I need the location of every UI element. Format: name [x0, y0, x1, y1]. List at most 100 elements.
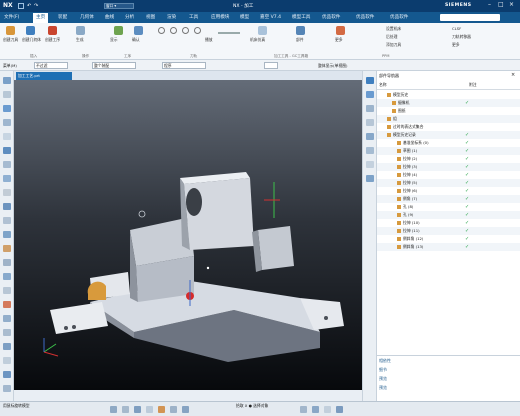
hide-icon[interactable] [3, 357, 11, 364]
wcs-icon[interactable] [336, 406, 343, 413]
toolpath-transfer-button[interactable]: 刀轨转移器 [452, 34, 471, 40]
command-search-input[interactable] [440, 14, 500, 21]
step-back-icon[interactable] [170, 27, 177, 34]
operation-navigator-icon[interactable] [366, 119, 374, 126]
setup-machine-button[interactable]: 设置机床 [386, 26, 401, 32]
menu-tools[interactable]: 工具 [189, 14, 198, 20]
arc-icon[interactable] [3, 105, 11, 112]
menu-view[interactable]: 视图 [146, 14, 155, 20]
menu-software-2[interactable]: 优品软件 [356, 14, 374, 20]
trim-icon[interactable] [3, 175, 11, 182]
scope-dropdown[interactable]: 整个装配 [92, 62, 136, 69]
menu-curve[interactable]: 曲线 [105, 14, 114, 20]
view-iso-icon[interactable] [134, 406, 141, 413]
tree-row[interactable]: 草图 (1) ✓ [377, 147, 520, 155]
extra-dropdown[interactable] [264, 62, 278, 69]
view-top-icon[interactable] [122, 406, 129, 413]
machine-navigator-icon[interactable] [366, 133, 374, 140]
machine-sim-icon[interactable] [258, 26, 267, 35]
section-preview[interactable]: 预览 [379, 376, 387, 384]
menu-software-1[interactable]: 优品软件 [322, 14, 340, 20]
more-tools-icon[interactable] [336, 26, 345, 35]
layer-icon[interactable] [3, 343, 11, 350]
select-icon[interactable] [3, 77, 11, 84]
tree-row[interactable]: 倒斜角 (12) ✓ [377, 235, 520, 243]
offset-icon[interactable] [3, 161, 11, 168]
move-icon[interactable] [3, 259, 11, 266]
extend-icon[interactable] [3, 189, 11, 196]
column-attr-header[interactable]: 附注 [469, 82, 477, 88]
menu-geometry[interactable]: 几何体 [80, 14, 94, 20]
window-selector[interactable]: 窗口 ▾ [104, 3, 134, 9]
menu-analysis[interactable]: 分析 [125, 14, 134, 20]
section-dependencies[interactable]: 相依性 [379, 358, 391, 366]
mirror-icon[interactable] [3, 231, 11, 238]
dimension-icon[interactable] [3, 315, 11, 322]
tree-row[interactable]: 模型历史记录 ✓ [377, 131, 520, 139]
layer-status-icon[interactable] [324, 406, 331, 413]
display-icon[interactable] [114, 26, 123, 35]
maximize-icon[interactable]: □ [498, 1, 504, 8]
menu-model-tools[interactable]: 模型工具 [292, 14, 310, 20]
line-icon[interactable] [3, 91, 11, 98]
tree-row[interactable]: 图纸 [377, 107, 520, 115]
tree-row[interactable]: 组 [377, 115, 520, 123]
web-browser-icon[interactable] [366, 161, 374, 168]
section-view-icon[interactable] [182, 406, 189, 413]
assembly-navigator-icon[interactable] [366, 91, 374, 98]
tree-row[interactable]: 拉伸 (5) ✓ [377, 179, 520, 187]
step-forward-icon[interactable] [194, 27, 201, 34]
tree-row[interactable]: 拉伸 (4) ✓ [377, 171, 520, 179]
add-tool-button[interactable]: 添加刀具 [386, 42, 401, 48]
fit-view-icon[interactable] [146, 406, 153, 413]
postprocess-button[interactable]: 后处理 [386, 34, 397, 40]
tree-row[interactable]: 拉伸 (11) ✓ [377, 227, 520, 235]
create-geometry-icon[interactable] [26, 26, 35, 35]
grid-icon[interactable] [312, 406, 319, 413]
tree-row[interactable]: 孔 (8) ✓ [377, 203, 520, 211]
menu-button[interactable]: 菜单(M) [3, 63, 17, 69]
shaded-icon[interactable] [158, 406, 165, 413]
tree-row[interactable]: 倒角 (7) ✓ [377, 195, 520, 203]
menu-apps[interactable]: 应用模块 [211, 14, 229, 20]
settings-icon[interactable] [3, 385, 11, 392]
tree-row[interactable]: 拉伸 (10) ✓ [377, 219, 520, 227]
create-operation-icon[interactable] [48, 26, 57, 35]
section-preview-2[interactable]: 预览 [379, 385, 387, 393]
text-icon[interactable] [3, 301, 11, 308]
verify-icon[interactable] [134, 26, 143, 35]
rewind-icon[interactable] [158, 27, 165, 34]
panel-close-icon[interactable]: × [511, 72, 515, 78]
type-filter-dropdown[interactable]: 不过滤 [34, 62, 68, 69]
tree-row[interactable]: 拉伸 (6) ✓ [377, 187, 520, 195]
create-tool-icon[interactable] [6, 26, 15, 35]
menu-home[interactable]: 主页 [33, 13, 49, 23]
measure-icon[interactable] [3, 329, 11, 336]
view-front-icon[interactable] [110, 406, 117, 413]
tree-row[interactable]: 摄像机 ✓ [377, 99, 520, 107]
rotate-icon[interactable] [3, 273, 11, 280]
point-icon[interactable] [3, 119, 11, 126]
tree-row[interactable]: 拉伸 (2) ✓ [377, 155, 520, 163]
menu-plugin[interactable]: 嘉空 V7.4 [260, 14, 281, 20]
column-name-header[interactable]: 名称 [379, 82, 387, 88]
pattern-icon[interactable] [3, 245, 11, 252]
speed-slider[interactable] [218, 32, 240, 34]
section-details[interactable]: 细节 [379, 367, 387, 375]
chamfer-icon[interactable] [3, 217, 11, 224]
part-navigator-icon[interactable] [366, 77, 374, 84]
undo-icon[interactable]: ↶ [27, 3, 31, 9]
fillet-icon[interactable] [3, 203, 11, 210]
scale-icon[interactable] [3, 287, 11, 294]
close-icon[interactable]: × [509, 1, 514, 8]
generate-icon[interactable] [76, 26, 85, 35]
graphics-viewport[interactable] [14, 80, 362, 390]
menu-assembly[interactable]: 装配 [58, 14, 67, 20]
show-icon[interactable] [3, 371, 11, 378]
save-icon[interactable] [18, 3, 24, 9]
part-icon[interactable] [296, 26, 305, 35]
menu-model[interactable]: 模型 [240, 14, 249, 20]
more-button[interactable]: 更多 [452, 42, 460, 48]
redo-icon[interactable]: ↷ [34, 3, 38, 9]
minimize-icon[interactable]: – [488, 1, 491, 8]
